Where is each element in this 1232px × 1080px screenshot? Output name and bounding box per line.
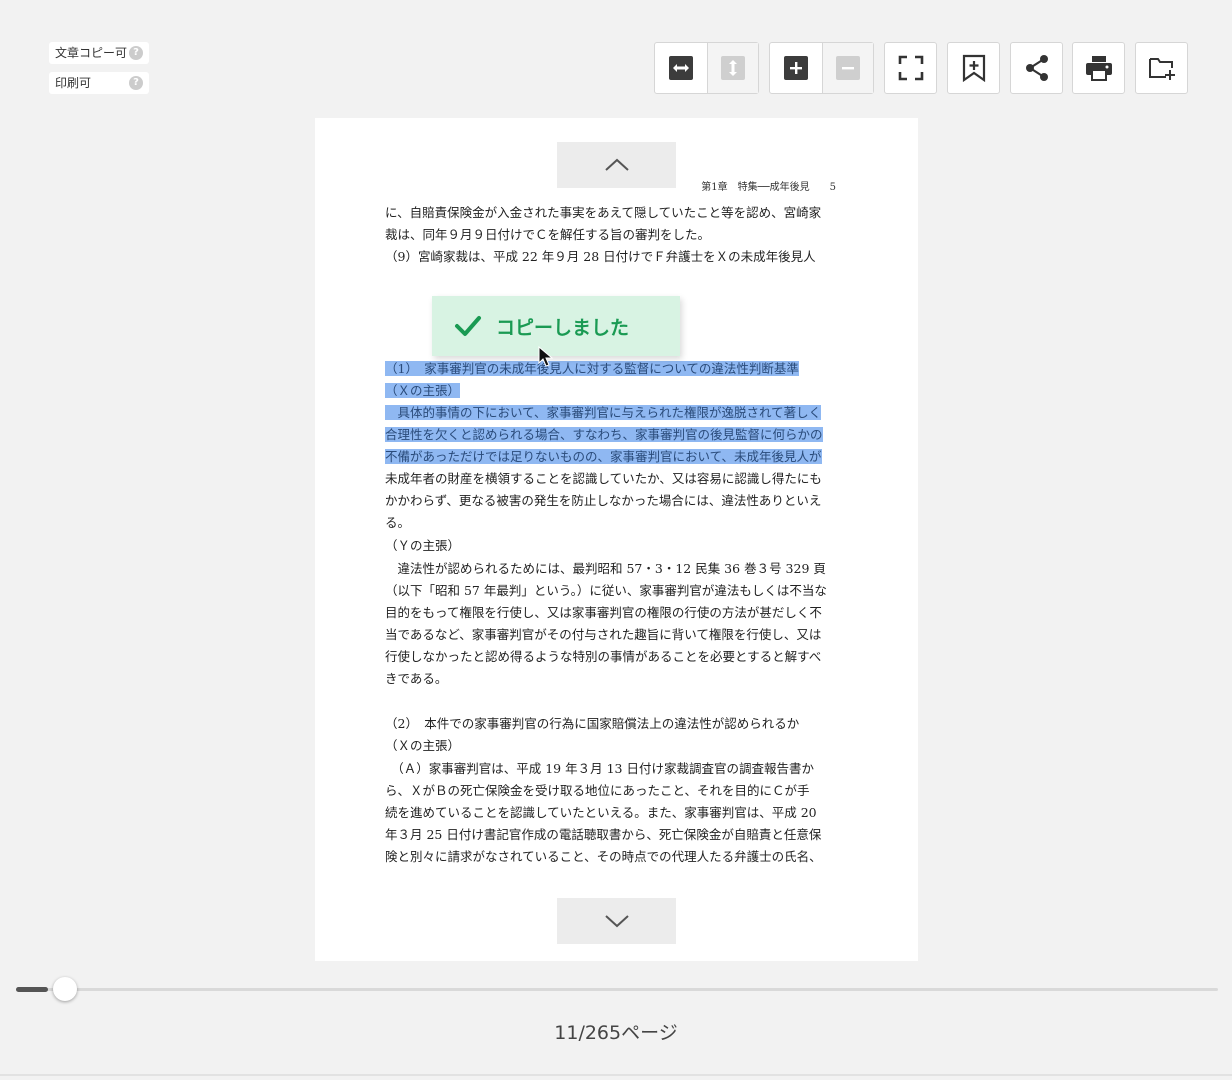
bookmark-add-icon (962, 54, 985, 82)
bookmark-group (947, 42, 1000, 94)
copy-success-toast: コピーしました (432, 296, 680, 356)
selected-text: （1） 家事審判官の未成年後見人に対する監督についての違法性判断基準 (385, 361, 799, 376)
text-line: きである。 (385, 671, 448, 686)
text-line: 険と別々に請求がなされていること、その時点での代理人たる弁護士の氏名、 (385, 849, 822, 864)
fullscreen-button[interactable] (885, 43, 936, 93)
mouse-cursor-icon (538, 346, 554, 367)
text-line: に、自賠責保険金が入金された事実をあえて隠していたこと等を認め、宮崎家 (385, 205, 822, 220)
previous-page-button[interactable] (557, 142, 676, 188)
zoom-out-icon (835, 56, 860, 80)
zoom-out-button[interactable] (821, 43, 873, 93)
text-line: （Ｘの主張） (385, 381, 461, 401)
text-line: る。 (385, 515, 411, 530)
divider (0, 1074, 1232, 1076)
help-icon[interactable]: ? (129, 46, 143, 60)
text-line: 具体的事情の下において、家事審判官に与えられた権限が逸脱されて著しく (385, 403, 822, 423)
page-slider-thumb[interactable] (53, 977, 77, 1001)
text-line: 不備があっただけでは足りないものの、家事審判官において、未成年後見人が (385, 447, 822, 467)
bookmark-add-button[interactable] (948, 43, 999, 93)
selected-text: 不備があっただけでは足りないものの、家事審判官において、未成年後見人が (385, 449, 822, 464)
zoom-in-icon (783, 56, 808, 80)
chevron-down-icon (604, 915, 629, 928)
text-line: 合理性を欠くと認められる場合、すなわち、家事審判官の後見監督に何らかの (385, 425, 823, 445)
fit-controls (654, 42, 759, 94)
add-to-folder-icon (1148, 58, 1175, 80)
copy-permission-badge: 文章コピー可 ? (49, 42, 149, 64)
text-line: ら、ＸがＢの死亡保険金を受け取る地位にあったこと、それを目的にＣが手 (385, 783, 810, 798)
print-group (1072, 42, 1125, 94)
document-page: 第1章 特集──成年後見 5 に、自賠責保険金が入金された事実をあえて隠していた… (315, 118, 918, 961)
page-counter: 11/265ページ (554, 1022, 678, 1044)
print-icon (1085, 56, 1112, 81)
fullscreen-group (884, 42, 937, 94)
help-icon[interactable]: ? (129, 76, 143, 90)
text-line: （Ｙの主張） (385, 538, 461, 553)
folder-group (1135, 42, 1188, 94)
zoom-controls (769, 42, 874, 94)
chevron-up-icon (604, 158, 629, 171)
share-icon (1025, 55, 1048, 81)
selected-text: 具体的事情の下において、家事審判官に与えられた権限が逸脱されて著しく (385, 405, 822, 420)
next-page-button[interactable] (557, 898, 676, 944)
text-line: 当であるなど、家事審判官がその付与された趣旨に背いて権限を行使し、又は (385, 627, 822, 642)
check-icon (455, 316, 481, 336)
text-line: 裁は、同年９月９日付けでＣを解任する旨の審判をした。 (385, 227, 711, 242)
add-to-folder-button[interactable] (1136, 43, 1187, 93)
running-header: 第1章 特集──成年後見 5 (701, 182, 836, 193)
print-button[interactable] (1073, 43, 1124, 93)
fit-width-icon (668, 56, 693, 80)
copy-permission-label: 文章コピー可 (55, 46, 128, 60)
page-slider-track[interactable] (16, 988, 1218, 991)
share-button[interactable] (1011, 43, 1062, 93)
text-line: 行使しなかったと認め得るような特別の事情があることを必要とすると解すべ (385, 649, 822, 664)
fit-height-button[interactable] (706, 43, 758, 93)
zoom-in-button[interactable] (770, 43, 822, 93)
text-line: 年３月 25 日付け書記官作成の電話聴取書から、死亡保険金が自賠責と任意保 (385, 827, 822, 842)
fit-width-button[interactable] (655, 43, 707, 93)
text-line: （Ａ）家事審判官は、平成 19 年３月 13 日付け家裁調査官の調査報告書か (385, 761, 814, 776)
text-line: （以下「昭和 57 年最判」という。）に従い、家事審判官が違法もしくは不当な (385, 583, 827, 598)
text-line: （2） 本件での家事審判官の行為に国家賠償法上の違法性が認められるか (385, 716, 800, 731)
toast-message: コピーしました (496, 316, 630, 339)
print-permission-label: 印刷可 (55, 76, 92, 90)
text-line: （Ｘの主張） (385, 738, 461, 753)
text-line: （9）宮崎家裁は、平成 22 年９月 28 日付けでＦ弁護士をＸの未成年後見人 (385, 249, 816, 264)
share-group (1010, 42, 1063, 94)
selected-text: （Ｘの主張） (385, 383, 461, 398)
text-line: 目的をもって権限を行使し、又は家事審判官の権限の行使の方法が甚だしく不 (385, 605, 822, 620)
text-line: 続を進めていることを認識していたといえる。また、家事審判官は、平成 20 (385, 805, 817, 820)
page-slider-progress (16, 987, 48, 992)
text-line: かかわらず、更なる被害の発生を防止しなかった場合には、違法性ありといえ (385, 493, 822, 508)
fullscreen-icon (898, 55, 923, 81)
text-line: 違法性が認められるためには、最判昭和 57・3・12 民集 36 巻３号 329… (385, 561, 826, 576)
text-line: （1） 家事審判官の未成年後見人に対する監督についての違法性判断基準 (385, 359, 799, 379)
selected-text: 合理性を欠くと認められる場合、すなわち、家事審判官の後見監督に何らかの (385, 427, 823, 442)
fit-height-icon (720, 56, 745, 80)
print-permission-badge: 印刷可 ? (49, 72, 149, 94)
text-line: 未成年者の財産を横領することを認識していたか、又は容易に認識し得たにも (385, 471, 822, 486)
